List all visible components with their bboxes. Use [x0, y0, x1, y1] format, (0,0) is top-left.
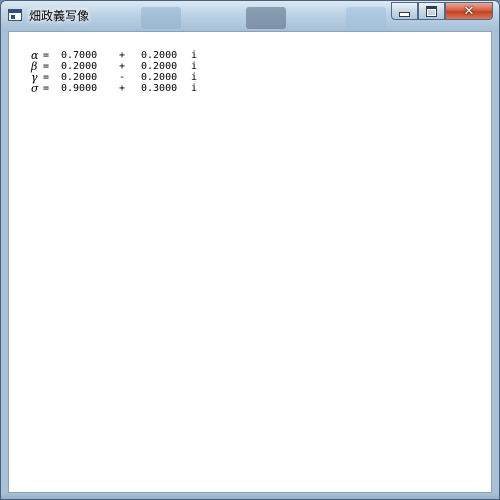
parameter-imaginary: 0.2000: [141, 61, 178, 72]
parameter-real: 0.9000: [61, 83, 98, 94]
parameter-imag-unit: i: [191, 72, 198, 83]
background-blur: [246, 7, 286, 29]
maximize-icon: [426, 5, 437, 17]
minimize-icon: [399, 11, 410, 17]
parameter-imaginary: 0.3000: [141, 83, 178, 94]
parameter-row-alpha: α = 0.7000 + 0.2000 i: [31, 50, 201, 61]
parameter-imaginary: 0.2000: [141, 50, 178, 61]
window-bottom-border: [1, 493, 499, 499]
close-icon: ✕: [463, 3, 475, 19]
parameter-equals: =: [43, 50, 50, 61]
parameter-list: α = 0.7000 + 0.2000 i β = 0.2000 + 0.200…: [31, 50, 201, 94]
minimize-button[interactable]: [391, 2, 418, 20]
maximize-button[interactable]: [418, 2, 445, 20]
parameter-operator: -: [119, 72, 126, 83]
window-title: 畑政義写像: [29, 9, 90, 23]
parameter-equals: =: [43, 72, 50, 83]
background-blur: [141, 7, 181, 29]
parameter-real: 0.2000: [61, 72, 98, 83]
background-blur: [346, 7, 386, 29]
app-window: 畑政義写像 ✕ α = 0.7000 + 0.2000 i β = 0.2000…: [0, 0, 500, 500]
parameter-equals: =: [43, 61, 50, 72]
parameter-equals: =: [43, 83, 50, 94]
parameter-row-beta: β = 0.2000 + 0.2000 i: [31, 61, 201, 72]
parameter-operator: +: [119, 50, 126, 61]
parameter-real: 0.2000: [61, 61, 98, 72]
application-window-icon[interactable]: [8, 9, 22, 21]
parameter-imaginary: 0.2000: [141, 72, 178, 83]
parameter-symbol: σ: [31, 82, 39, 95]
fractal-canvas: [9, 32, 491, 492]
parameter-imag-unit: i: [191, 83, 198, 94]
title-bar[interactable]: 畑政義写像 ✕: [1, 1, 499, 31]
parameter-imag-unit: i: [191, 50, 198, 61]
drawing-area: α = 0.7000 + 0.2000 i β = 0.2000 + 0.200…: [8, 31, 492, 493]
parameter-row-sigma: σ = 0.9000 + 0.3000 i: [31, 83, 201, 94]
close-button[interactable]: ✕: [445, 2, 493, 20]
parameter-row-gamma: γ = 0.2000 - 0.2000 i: [31, 72, 201, 83]
parameter-real: 0.7000: [61, 50, 98, 61]
parameter-operator: +: [119, 61, 126, 72]
parameter-imag-unit: i: [191, 61, 198, 72]
parameter-operator: +: [119, 83, 126, 94]
